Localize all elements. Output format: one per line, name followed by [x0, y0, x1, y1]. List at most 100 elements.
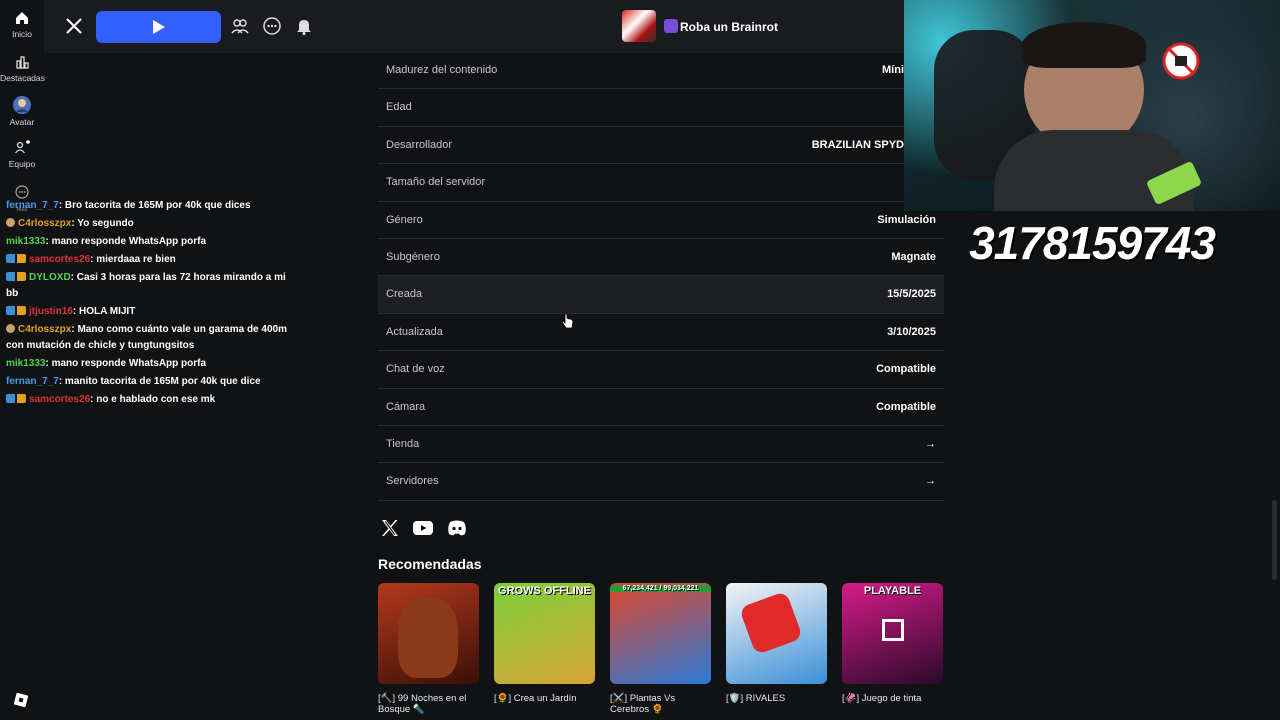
chat-username: C4rlosszpx: [18, 324, 72, 335]
info-row: Madurez del contenido Míni: [378, 52, 944, 90]
chat-username: DYLOXD: [29, 272, 71, 283]
game-name: [⚔️] Plantas Vs Cerebros 🌻: [610, 693, 676, 715]
info-row: Actualizada 3/10/2025: [378, 314, 944, 352]
game-title-text: Roba un Brainrot: [680, 19, 778, 34]
info-row: Tamaño del servidor: [378, 164, 944, 202]
info-label: Servidores: [386, 475, 439, 488]
page-scrollbar[interactable]: [1272, 500, 1277, 580]
game-name: [🦑] Juego de tinta: [842, 693, 922, 704]
info-label: Edad: [386, 101, 412, 114]
recommended-game-card[interactable]: 67,234,421 / 99,034,221 [⚔️] Plantas Vs C…: [610, 583, 711, 715]
info-row: Edad: [378, 89, 944, 127]
social-links: [380, 518, 468, 538]
chat-username: mik1333: [6, 358, 46, 369]
brainrot-badge-icon: [664, 18, 678, 33]
chat-badge-icon: [6, 218, 15, 227]
avatar-icon: [13, 96, 31, 114]
info-row[interactable]: Servidores →: [378, 463, 944, 501]
game-thumbnail: GROWS OFFLINE: [494, 583, 595, 684]
game-thumbnail: PLAYABLE: [842, 583, 943, 684]
close-icon[interactable]: [62, 14, 86, 38]
recommended-heading: Recomendadas: [378, 556, 482, 572]
thumbnail-banner-text: GROWS OFFLINE: [498, 585, 591, 597]
chat-badge-icon: [6, 324, 15, 333]
discord-icon[interactable]: [446, 518, 468, 538]
nav-home-label: Inicio: [12, 29, 32, 39]
recommended-game-card[interactable]: [🔨] 99 Noches en el Bosque 🔦: [378, 583, 479, 715]
bell-icon[interactable]: [294, 16, 314, 36]
chat-message: samcortes26: mierdaaa re bien: [6, 252, 298, 268]
info-label: Chat de voz: [386, 363, 445, 376]
chat-text: : mano responde WhatsApp porfa: [45, 358, 207, 369]
info-label: Desarrollador: [386, 138, 453, 151]
chat-username: samcortes26: [29, 254, 91, 265]
chat-message: DYLOXD: Casi 3 horas para las 72 horas m…: [6, 270, 298, 302]
chat-badges-icon: [6, 272, 26, 281]
chat-message: samcortes26: no e hablado con ese mk: [6, 392, 298, 408]
info-row: Cámara Compatible: [378, 389, 944, 426]
info-label: Tamaño del servidor: [386, 176, 486, 189]
youtube-icon[interactable]: [412, 518, 434, 538]
friends-icon[interactable]: [230, 16, 250, 36]
chat-badges-icon: [6, 306, 26, 315]
team-icon: [14, 140, 30, 154]
info-value: BRAZILIAN SPYD: [811, 138, 904, 151]
info-value: Compatible: [876, 400, 936, 413]
chat-username: mik1333: [6, 236, 46, 247]
game-thumbnail: 67,234,421 / 99,034,221: [610, 583, 711, 684]
recommended-game-card[interactable]: GROWS OFFLINE [🌻] Crea un Jardín: [494, 583, 595, 704]
thumbnail-banner-text: 67,234,421 / 99,034,221: [610, 585, 711, 592]
info-row: Creada 15/5/2025: [378, 276, 944, 314]
hand-cursor-icon: [562, 313, 574, 329]
recommended-game-card[interactable]: [🛡️] RIVALES: [726, 583, 827, 704]
chat-username: C4rlosszpx: [18, 218, 72, 229]
info-label: Creada: [386, 288, 423, 301]
chat-text: : Yo segundo: [71, 218, 134, 229]
info-value: Compatible: [876, 363, 936, 376]
play-button[interactable]: [96, 11, 221, 43]
game-info-table: Madurez del contenido Míni Edad Desarrollad…: [378, 52, 944, 501]
no-entry-sign-icon: [1162, 42, 1200, 80]
chat-message: mik1333: mano responde WhatsApp porfa: [6, 356, 298, 372]
game-name: [🌻] Crea un Jardín: [494, 693, 577, 704]
x-twitter-icon[interactable]: [380, 518, 400, 538]
chat-text: : no e hablado con ese mk: [90, 394, 216, 405]
info-label: Actualizada: [386, 325, 443, 338]
chat-message: fernan_7_7: Bro tacorita de 165M por 40k…: [6, 198, 298, 214]
nav-featured[interactable]: Destacadas: [0, 54, 45, 83]
game-thumbnail: [622, 10, 656, 42]
webcam-feed: [904, 0, 1280, 211]
info-value: 15/5/2025: [887, 288, 936, 301]
nav-featured-label: Destacadas: [0, 73, 45, 83]
chat-text: : manito tacorita de 165M por 40k que di…: [58, 376, 261, 387]
game-detail-topbar: Roba un Brainrot: [44, 0, 904, 53]
info-row: Género Simulación: [378, 202, 944, 239]
home-icon: [16, 12, 28, 24]
more-options-icon[interactable]: [262, 16, 282, 36]
chat-username: fernan_7_7: [6, 200, 59, 211]
nav-team[interactable]: Equipo: [0, 140, 44, 169]
stream-chat: fernan_7_7: Bro tacorita de 165M por 40k…: [6, 198, 298, 410]
chat-text: : mierdaaa re bien: [90, 254, 176, 265]
chat-badges-icon: [6, 394, 26, 403]
info-row: Chat de voz Compatible: [378, 351, 944, 389]
chat-message: jtjustin16: HOLA MIJIT: [6, 304, 298, 320]
info-label: Tienda: [386, 437, 420, 450]
nav-avatar[interactable]: Avatar: [0, 96, 44, 127]
recommended-game-card[interactable]: PLAYABLE [🦑] Juego de tinta: [842, 583, 943, 704]
nav-team-label: Equipo: [8, 159, 36, 169]
info-label: Madurez del contenido: [386, 64, 498, 76]
nav-avatar-label: Avatar: [9, 117, 35, 127]
arrow-right-icon: →: [925, 475, 936, 488]
info-label: Cámara: [386, 400, 426, 413]
chat-badges-icon: [6, 254, 26, 263]
chat-message: fernan_7_7: manito tacorita de 165M por …: [6, 374, 298, 390]
info-row[interactable]: Tienda →: [378, 426, 944, 464]
roblox-logo-icon[interactable]: [14, 693, 28, 707]
game-name: [🛡️] RIVALES: [726, 693, 786, 704]
game-thumbnail: [726, 583, 827, 684]
info-label: Subgénero: [386, 250, 440, 263]
nav-home[interactable]: Inicio: [0, 10, 44, 39]
info-value: Míni: [882, 64, 904, 76]
chat-username: samcortes26: [29, 394, 91, 405]
